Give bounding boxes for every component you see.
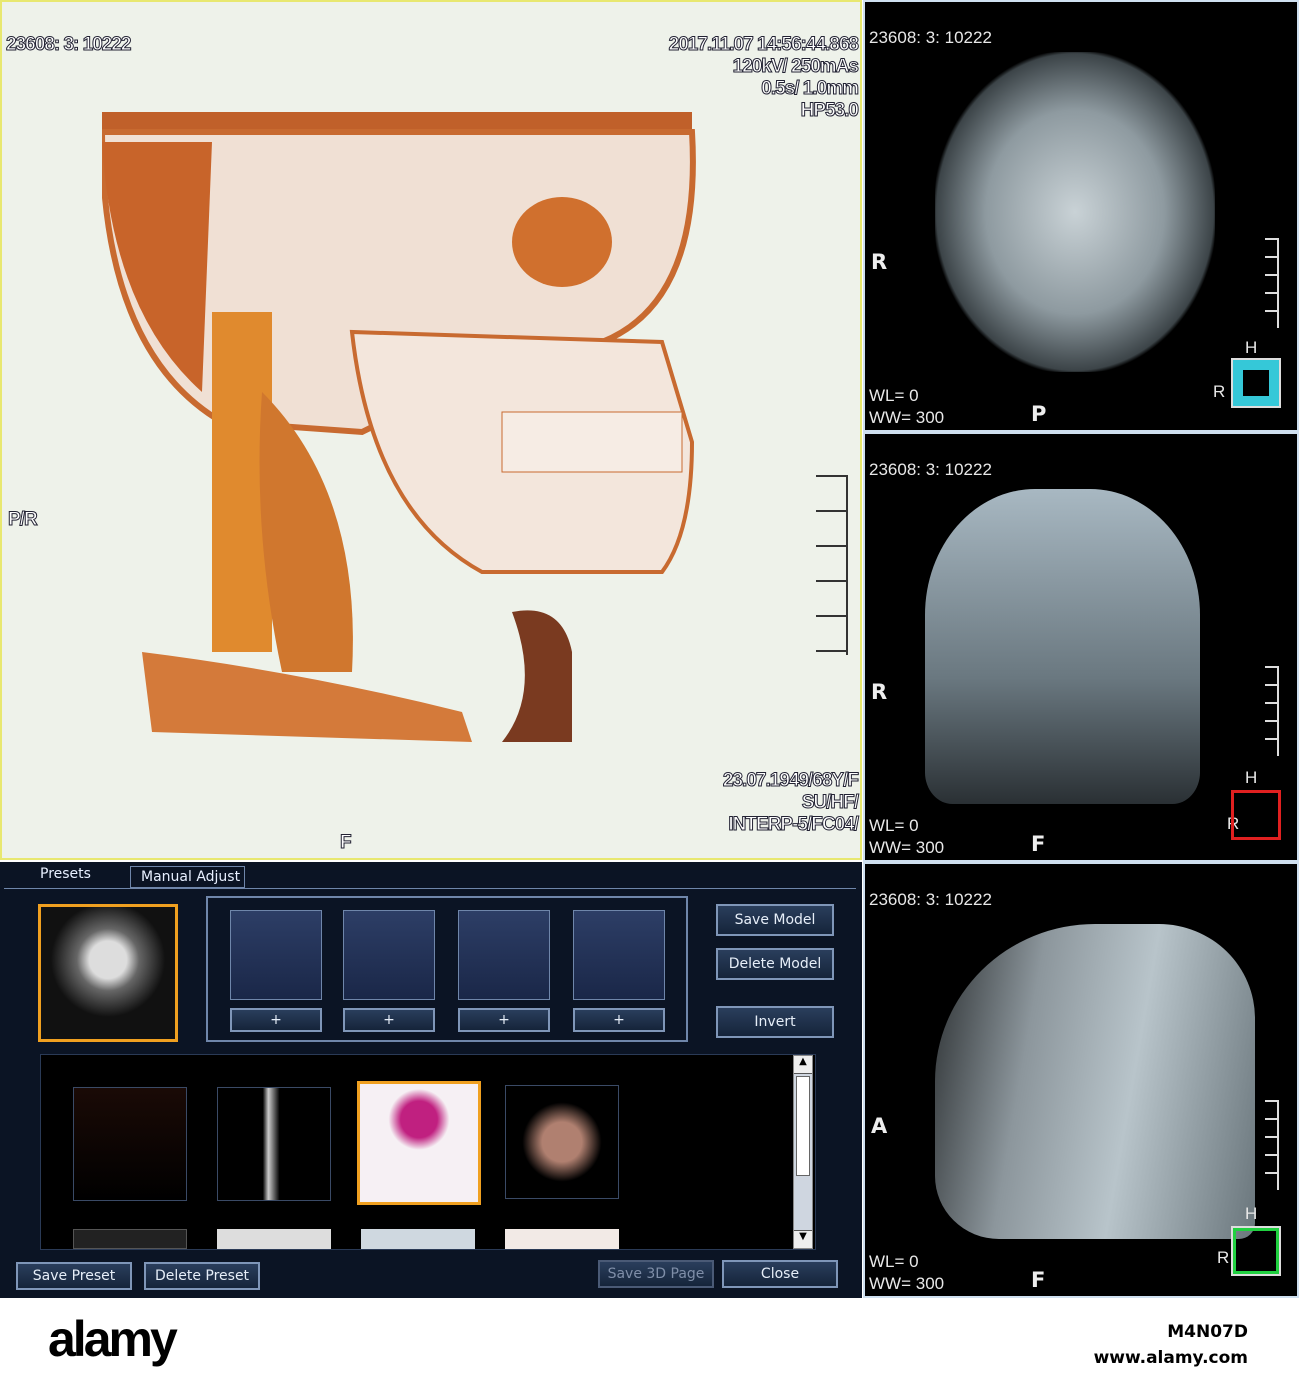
viewport-id: 23608: 3: 10222 (869, 890, 992, 909)
window-level: WL= 0 (869, 1252, 919, 1271)
scan-info: 2017.11.07 14:56:44.868 120kV/ 250mAs 0.… (668, 34, 860, 122)
orientation-cube-icon[interactable] (1231, 790, 1281, 840)
window-level: WL= 0 (869, 816, 919, 835)
scan-slice: 0.5s/ 1.0mm (761, 78, 860, 100)
model-slot[interactable] (458, 910, 550, 1000)
cube-label-side: R (1217, 1248, 1230, 1267)
window-width: WW= 300 (869, 408, 945, 427)
axial-viewport[interactable]: 23608: 3: 10222 R P WL= 0 WW= 300 H R (863, 0, 1299, 432)
preset-thumbnail-partial[interactable] (73, 1229, 187, 1249)
window-width: WW= 300 (869, 1274, 945, 1293)
orientation-left: R (871, 250, 888, 274)
window-level: WL= 0 (869, 386, 919, 405)
add-model-button[interactable]: + (343, 1008, 435, 1032)
preset-thumbnail-vessels[interactable] (73, 1087, 187, 1201)
orientation-bottom: F (1031, 1268, 1046, 1292)
patient-position: SU/HF/ (801, 792, 859, 814)
preset-thumbnail-partial[interactable] (505, 1229, 619, 1249)
orientation-bottom: P (1031, 402, 1047, 426)
orientation-bottom: F (1031, 832, 1046, 856)
delete-preset-button[interactable]: Delete Preset (144, 1262, 260, 1290)
preset-thumbnail-partial[interactable] (361, 1229, 475, 1249)
save-3d-page-button[interactable]: Save 3D Page (598, 1260, 714, 1288)
scrollbar-thumb[interactable] (796, 1076, 810, 1176)
site-url: www.alamy.com (1093, 1348, 1248, 1368)
scroll-up-icon[interactable]: ▲ (794, 1056, 812, 1074)
image-id: M4N07D (1167, 1322, 1248, 1342)
skull-3d-render (102, 112, 696, 742)
orientation-left: A (871, 1114, 888, 1138)
scale-bar (1265, 1100, 1279, 1190)
model-slots: + + + + (206, 896, 688, 1042)
patient-info: 23.07.1949/68Y/F SU/HF/ INTERP-5/FC04/ (722, 770, 860, 836)
scan-exposure: 120kV/ 250mAs (732, 56, 859, 78)
tab-divider (4, 888, 856, 889)
window-width: WW= 300 (869, 838, 945, 857)
orientation-bottom: F (340, 832, 353, 854)
interp-info: INTERP-5/FC04/ (728, 814, 860, 836)
scan-datetime: 2017.11.07 14:56:44.868 (668, 34, 859, 56)
tab-manual-adjust[interactable]: Manual Adjust (130, 866, 245, 888)
add-model-button[interactable]: + (458, 1008, 550, 1032)
viewport-id: 23608: 3: 10222 (869, 28, 992, 47)
axial-ct-image (935, 52, 1215, 372)
scale-bar (1265, 666, 1279, 756)
orientation-cube-icon[interactable] (1231, 1226, 1281, 1276)
orientation-left: P/R (8, 509, 39, 531)
scale-bar (810, 475, 848, 655)
preset-thumbnail-partial[interactable] (217, 1229, 331, 1249)
orientation-left: R (871, 680, 888, 704)
main-3d-viewport[interactable]: 23608: 3: 10222 2017.11.07 14:56:44.868 … (0, 0, 862, 860)
current-model-thumbnail[interactable] (38, 904, 178, 1042)
cube-label-top: H (1245, 768, 1258, 787)
alamy-logo: alamy (48, 1311, 178, 1367)
gallery-scrollbar[interactable]: ▲ ▼ (793, 1055, 813, 1249)
add-model-button[interactable]: + (230, 1008, 322, 1032)
cube-label-top: H (1245, 1204, 1258, 1223)
coronal-ct-image (925, 489, 1200, 804)
cube-label-side: R (1213, 382, 1226, 401)
save-model-button[interactable]: Save Model (716, 904, 834, 936)
save-preset-button[interactable]: Save Preset (16, 1262, 132, 1290)
volume-render-control-panel: Presets Manual Adjust + + + + Save Model… (0, 862, 862, 1298)
viewport-id: 23608: 3: 10222 (869, 460, 992, 479)
patient-dob: 23.07.1949/68Y/F (722, 770, 859, 792)
model-slot[interactable] (230, 910, 322, 1000)
tab-presets[interactable]: Presets (40, 866, 91, 882)
sagittal-ct-image (935, 924, 1255, 1239)
add-model-button[interactable]: + (573, 1008, 665, 1032)
preset-thumbnail-arm[interactable] (217, 1087, 331, 1201)
invert-button[interactable]: Invert (716, 1006, 834, 1038)
footer: alamy M4N07D www.alamy.com (0, 1298, 1300, 1389)
sagittal-viewport[interactable]: 23608: 3: 10222 A F WL= 0 WW= 300 H R (863, 862, 1299, 1298)
model-slot[interactable] (343, 910, 435, 1000)
coronal-viewport[interactable]: 23608: 3: 10222 R F WL= 0 WW= 300 H R (863, 432, 1299, 862)
preset-gallery: ▲ ▼ (40, 1054, 816, 1250)
orientation-cube-icon[interactable] (1231, 358, 1281, 408)
scroll-down-icon[interactable]: ▼ (794, 1230, 812, 1248)
scale-bar (1265, 238, 1279, 328)
study-id: 23608: 3: 10222 (5, 34, 131, 56)
close-button[interactable]: Close (722, 1260, 838, 1288)
model-slot[interactable] (573, 910, 665, 1000)
cube-label-top: H (1245, 338, 1258, 357)
preset-thumbnail-spine[interactable] (505, 1085, 619, 1199)
preset-thumbnail-angio-selected[interactable] (357, 1081, 481, 1205)
delete-model-button[interactable]: Delete Model (716, 948, 834, 980)
